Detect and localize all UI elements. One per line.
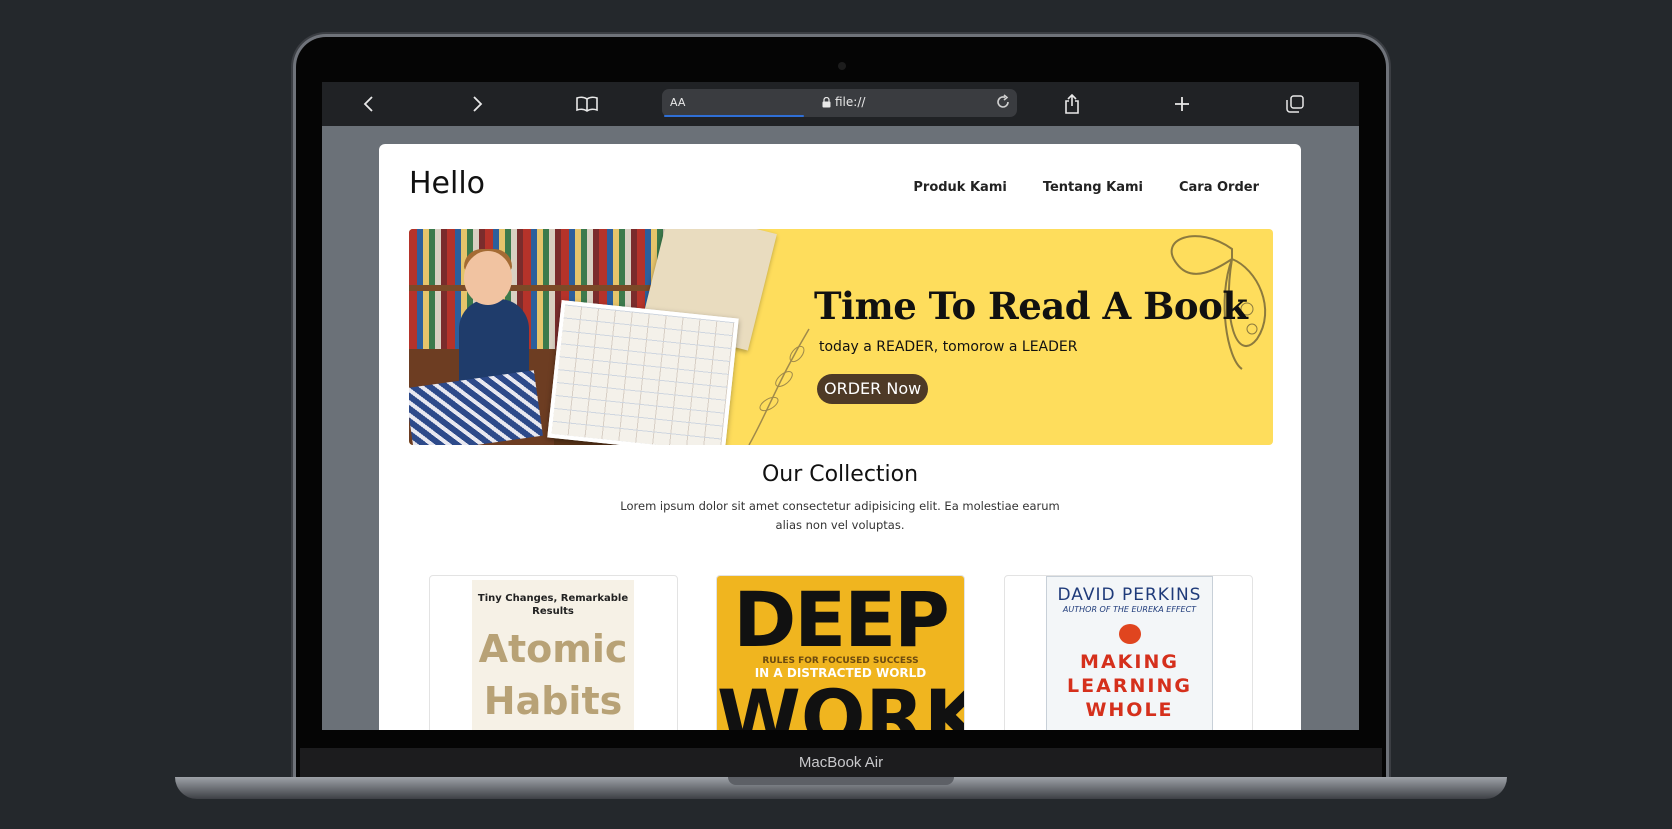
address-bar[interactable]: AA file://: [662, 89, 1017, 117]
collection-description: Lorem ipsum dolor sit amet consectetur a…: [620, 499, 1060, 532]
book-title-line: Habits: [483, 679, 623, 723]
nav-tentang-kami[interactable]: Tentang Kami: [1043, 180, 1143, 195]
text-size-button[interactable]: AA: [670, 96, 685, 109]
nav-cara-order[interactable]: Cara Order: [1179, 180, 1259, 195]
tabs-icon[interactable]: [1277, 82, 1313, 126]
book-cover-deep-work: DEEP RULES FOR FOCUSED SUCCESS IN A DIST…: [717, 576, 964, 730]
brand-logo[interactable]: Hello: [409, 166, 485, 201]
book-card[interactable]: Tiny Changes, Remarkable Results Atomic …: [429, 575, 678, 730]
book-card[interactable]: DEEP RULES FOR FOCUSED SUCCESS IN A DIST…: [716, 575, 965, 730]
url-display: file://: [822, 95, 865, 109]
laptop-hinge-notch: [728, 777, 954, 785]
book-tagline: Tiny Changes, Remarkable Results: [477, 593, 629, 617]
book-author-note: AUTHOR OF THE EUREKA EFFECT: [1062, 605, 1197, 614]
book-cover-atomic-habits: Tiny Changes, Remarkable Results Atomic …: [472, 580, 634, 730]
book-author: DAVID PERKINS: [1057, 585, 1202, 605]
map-photo: [547, 300, 739, 445]
book-title-line: LEARNING: [1067, 675, 1192, 697]
back-icon[interactable]: [351, 82, 387, 126]
camera-dot: [838, 62, 846, 70]
apple-icon: [1118, 624, 1141, 644]
device-label: MacBook Air: [798, 754, 884, 771]
book-title-line: WHOLE: [1085, 699, 1174, 721]
nav-produk-kami[interactable]: Produk Kami: [913, 180, 1006, 195]
browser-toolbar: AA file://: [322, 82, 1359, 126]
shelf-board: [409, 285, 669, 291]
new-tab-icon[interactable]: [1164, 82, 1200, 126]
web-page: Hello Produk Kami Tentang Kami Cara Orde…: [379, 144, 1301, 730]
hero-subline: today a READER, tomorow a LEADER: [819, 339, 1078, 355]
reload-icon[interactable]: [995, 94, 1011, 115]
order-now-button[interactable]: ORDER Now: [817, 374, 929, 404]
book-title-line: DEEP: [733, 576, 950, 664]
lock-icon: [822, 96, 831, 107]
forward-icon[interactable]: [459, 82, 495, 126]
book-title-line: Atomic: [478, 627, 628, 671]
hero-headline: Time To Read A Book: [814, 284, 1248, 328]
share-icon[interactable]: [1054, 82, 1090, 126]
child-head: [464, 251, 512, 305]
laptop-screen: AA file:// Hello Produk Kami Tentang Kam…: [322, 82, 1359, 730]
main-nav: Produk Kami Tentang Kami Cara Order: [913, 180, 1259, 195]
book-cover-making-learning-whole: DAVID PERKINS AUTHOR OF THE EUREKA EFFEC…: [1046, 576, 1213, 730]
book-card[interactable]: DAVID PERKINS AUTHOR OF THE EUREKA EFFEC…: [1004, 575, 1253, 730]
book-title-line: WORK: [717, 673, 964, 731]
url-text: file://: [835, 95, 866, 109]
hero-banner: Time To Read A Book today a READER, tomo…: [409, 229, 1273, 445]
collection-title: Our Collection: [761, 462, 919, 487]
book-title-line: MAKING: [1080, 651, 1179, 673]
loading-progress: [664, 115, 804, 117]
leaf-illustration: [748, 328, 810, 445]
bookmarks-icon[interactable]: [569, 82, 605, 126]
